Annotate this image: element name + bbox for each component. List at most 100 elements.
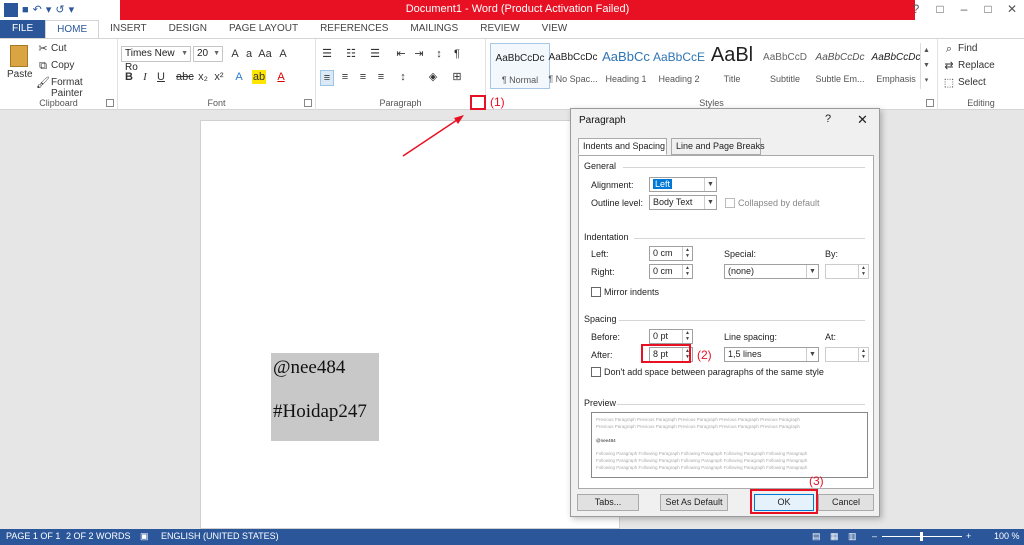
clear-formatting-icon[interactable]: A (276, 47, 290, 61)
bold-icon[interactable]: B (122, 70, 136, 84)
italic-icon[interactable]: I (138, 70, 152, 84)
zoom-out-icon[interactable]: – (872, 531, 877, 541)
tab-insert[interactable]: INSERT (99, 20, 158, 38)
read-mode-icon[interactable]: ▤ (812, 531, 821, 542)
style-normal[interactable]: AaBbCcDc ¶ Normal (490, 43, 550, 89)
multilevel-list-icon[interactable]: ☰ (368, 47, 382, 61)
ribbon-display-icon[interactable]: □ (928, 0, 952, 20)
zoom-slider-thumb[interactable] (920, 532, 923, 541)
font-launcher-icon[interactable] (304, 99, 312, 107)
style-heading-2[interactable]: AaBbCcE Heading 2 (649, 43, 709, 89)
style-title[interactable]: AaBl Title (702, 43, 762, 89)
customize-qat-icon[interactable]: ▾ (69, 2, 75, 18)
line-spacing-select[interactable]: 1,5 lines ▼ (724, 347, 819, 362)
copy-button[interactable]: Copy (51, 60, 74, 71)
format-painter-button[interactable]: Format Painter (51, 77, 117, 99)
justify-icon[interactable]: ≡ (374, 70, 388, 84)
shrink-font-icon[interactable]: a (242, 47, 256, 61)
document-page[interactable]: @nee484 #Hoidap247 (200, 120, 620, 529)
align-right-icon[interactable]: ≡ (356, 70, 370, 84)
paste-button[interactable]: Paste (7, 69, 33, 80)
document-line-2[interactable]: #Hoidap247 (273, 401, 367, 423)
styles-launcher-icon[interactable] (926, 99, 934, 107)
close-icon[interactable]: ✕ (857, 112, 868, 128)
paragraph-launcher-highlight[interactable] (470, 95, 486, 110)
spinner-icon[interactable]: ▲ ▼ (858, 265, 868, 278)
web-layout-icon[interactable]: ▥ (848, 531, 857, 542)
spinner-icon[interactable]: ▲ ▼ (682, 330, 692, 343)
tab-home[interactable]: HOME (45, 19, 100, 39)
tab-design[interactable]: DESIGN (158, 20, 218, 38)
line-spacing-icon[interactable]: ↕ (396, 70, 410, 84)
page-count[interactable]: PAGE 1 OF 1 (6, 531, 60, 541)
help-icon[interactable]: ? (904, 0, 928, 20)
font-size-combo[interactable]: 20 ▼ (193, 46, 223, 62)
tabs-button[interactable]: Tabs... (577, 494, 639, 511)
help-icon[interactable]: ? (825, 113, 831, 125)
outline-level-select[interactable]: Body Text ▼ (649, 195, 717, 210)
superscript-icon[interactable]: x² (212, 70, 226, 84)
change-case-icon[interactable]: Aa (258, 47, 272, 61)
sort-icon[interactable]: ↕ (432, 47, 446, 61)
align-left-icon[interactable]: ≡ (320, 70, 334, 86)
increase-indent-icon[interactable]: ⇥ (412, 47, 426, 61)
spinner-icon[interactable]: ▲ ▼ (858, 348, 868, 361)
style-subtitle[interactable]: AaBbCcD Subtitle (755, 43, 815, 89)
tab-line-and-page-breaks[interactable]: Line and Page Breaks (671, 138, 765, 155)
tab-references[interactable]: REFERENCES (309, 20, 399, 38)
by-input[interactable]: ▲ ▼ (825, 264, 869, 279)
proofing-icon[interactable]: ▣ (140, 531, 149, 542)
align-center-icon[interactable]: ≡ (338, 70, 352, 84)
minimize-icon[interactable]: – (952, 0, 976, 20)
indent-right-input[interactable]: 0 cm ▲ ▼ (649, 264, 693, 279)
spinner-icon[interactable]: ▲ ▼ (682, 265, 692, 278)
mirror-indents-checkbox[interactable] (591, 287, 601, 297)
font-color-icon[interactable]: A (274, 70, 288, 84)
style-emphasis[interactable]: AaBbCcDc Emphasis (866, 43, 926, 89)
styles-scroll-icon[interactable]: ▲ ▼ ▾ (920, 43, 932, 89)
zoom-level[interactable]: 100 % (994, 531, 1020, 541)
paste-icon[interactable] (10, 45, 28, 67)
tab-file[interactable]: FILE (0, 20, 46, 38)
cancel-button[interactable]: Cancel (818, 494, 874, 511)
set-as-default-button[interactable]: Set As Default (660, 494, 728, 511)
undo-dropdown-icon[interactable]: ▾ (46, 2, 52, 18)
spinner-icon[interactable]: ▲ ▼ (682, 247, 692, 260)
subscript-icon[interactable]: x₂ (196, 70, 210, 84)
style-heading-1[interactable]: AaBbCc Heading 1 (596, 43, 656, 89)
select-button[interactable]: Select (958, 77, 986, 88)
decrease-indent-icon[interactable]: ⇤ (394, 47, 408, 61)
underline-icon[interactable]: U (154, 70, 168, 84)
close-icon[interactable]: ✕ (1000, 0, 1024, 20)
grow-font-icon[interactable]: A (228, 47, 242, 61)
tab-review[interactable]: REVIEW (469, 20, 530, 38)
save-icon[interactable]: ■ (22, 2, 29, 18)
document-line-1[interactable]: @nee484 (273, 357, 345, 379)
undo-icon[interactable]: ↶ (33, 2, 42, 18)
strikethrough-icon[interactable]: abc (176, 70, 194, 84)
clipboard-launcher-icon[interactable] (106, 99, 114, 107)
special-select[interactable]: (none) ▼ (724, 264, 819, 279)
borders-icon[interactable]: ⊞ (450, 70, 464, 84)
at-input[interactable]: ▲ ▼ (825, 347, 869, 362)
word-count[interactable]: 2 OF 2 WORDS (66, 531, 131, 541)
bullets-icon[interactable]: ☰ (320, 47, 334, 61)
tab-mailings[interactable]: MAILINGS (399, 20, 469, 38)
shading-icon[interactable]: ◈ (426, 70, 440, 84)
numbering-icon[interactable]: ☷ (344, 47, 358, 61)
dont-add-space-checkbox[interactable] (591, 367, 601, 377)
tab-view[interactable]: VIEW (531, 20, 579, 38)
find-button[interactable]: Find (958, 43, 977, 54)
replace-button[interactable]: Replace (958, 60, 995, 71)
language[interactable]: ENGLISH (UNITED STATES) (161, 531, 279, 541)
zoom-in-icon[interactable]: + (966, 531, 971, 541)
highlight-icon[interactable]: ab (252, 70, 266, 84)
maximize-icon[interactable]: □ (976, 0, 1000, 20)
tab-indents-and-spacing[interactable]: Indents and Spacing (578, 138, 667, 155)
before-input[interactable]: 0 pt ▲ ▼ (649, 329, 693, 344)
alignment-select[interactable]: Left ▼ (649, 177, 717, 192)
text-effects-icon[interactable]: A (232, 70, 246, 84)
collapsed-checkbox[interactable] (725, 198, 735, 208)
style-subtle-emphasis[interactable]: AaBbCcDc Subtle Em... (810, 43, 870, 89)
print-layout-icon[interactable]: ▦ (830, 531, 839, 542)
